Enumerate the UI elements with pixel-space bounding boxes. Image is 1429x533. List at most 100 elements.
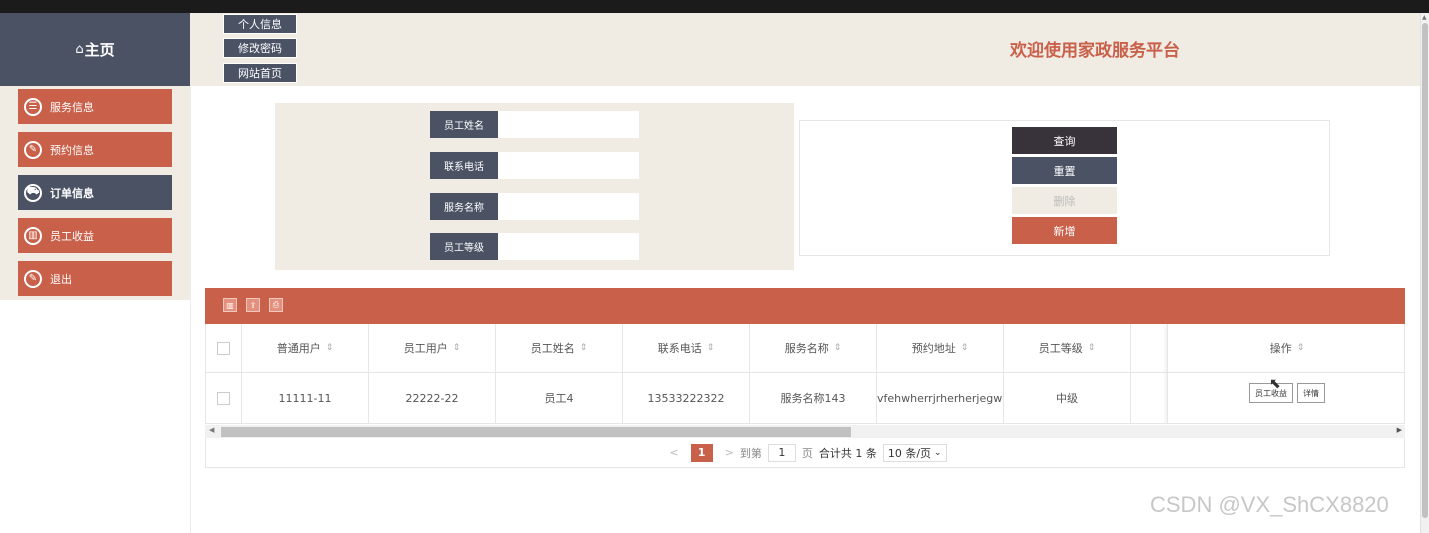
action-column: 操作 ⇕ 员工收益 详情 (1167, 324, 1404, 423)
goto-page-input[interactable]: 1 (767, 443, 796, 462)
horizontal-scrollbar[interactable]: ◀ ▶ (205, 425, 1405, 438)
row-select-cell (206, 373, 242, 423)
sidebar: ☰ 服务信息 ✎ 预约信息 ⛟ 订单信息 ▥ 员工收益 ✎ 退出 (0, 86, 190, 300)
sidebar-item-service-info[interactable]: ☰ 服务信息 (18, 89, 172, 124)
scroll-left-icon[interactable]: ◀ (209, 426, 214, 434)
column-header-label: 员工姓名 (530, 342, 575, 355)
pagination: < 1 > 到第 1 页 合计共 1 条 10 条/页 ⌄ (205, 438, 1405, 468)
sidebar-item-label: 预约信息 (50, 143, 94, 157)
search-form: 员工姓名 联系电话 服务名称 员工等级 (275, 103, 794, 270)
table-cell: 服务名称143 (750, 373, 877, 423)
sidebar-item-label: 退出 (50, 272, 72, 286)
sort-icon: ⇕ (960, 343, 969, 353)
site-home-button[interactable]: 网站首页 (223, 63, 297, 83)
field-label: 联系电话 (430, 152, 498, 179)
next-page-button[interactable]: > (719, 446, 740, 459)
bus-icon: ⛟ (24, 183, 42, 202)
sidebar-item-logout[interactable]: ✎ 退出 (18, 261, 172, 296)
field-label: 员工等级 (430, 233, 498, 260)
sort-icon: ⇕ (325, 343, 334, 353)
change-password-button[interactable]: 修改密码 (223, 38, 297, 58)
column-header[interactable]: 服务名称 ⇕ (750, 324, 877, 372)
column-header-label: 服务名称 (784, 342, 829, 355)
goto-prefix: 到第 (739, 446, 762, 460)
column-header-label: 员工等级 (1038, 342, 1083, 355)
watermark: CSDN @VX_ShCX8820 (1150, 492, 1389, 517)
sort-icon: ⇕ (1296, 343, 1305, 353)
prev-page-button[interactable]: < (663, 446, 684, 459)
table-cell: 11111-11 (242, 373, 369, 423)
data-table: 普通用户 ⇕ 员工用户 ⇕ 员工姓名 ⇕ 联系电话 ⇕ 服务名称 ⇕ 预约地址 ⇕ 员工等级… (205, 324, 1405, 424)
reset-button[interactable]: 重置 (1012, 157, 1117, 184)
export-icon[interactable]: ⇪ (246, 298, 260, 312)
column-header[interactable]: 普通用户 ⇕ (242, 324, 369, 372)
delete-button[interactable]: 删除 (1012, 187, 1117, 214)
page-size-label: 10 条/页 (887, 446, 932, 460)
select-all-checkbox[interactable] (217, 341, 230, 355)
sort-icon: ⇕ (579, 343, 588, 353)
home-icon: ⌂ (75, 42, 84, 57)
search-field-phone: 联系电话 (430, 152, 639, 179)
chevron-down-icon: ⌄ (934, 447, 942, 458)
chart-icon: ▥ (24, 226, 42, 245)
edit-icon: ✎ (24, 269, 42, 288)
table-cell: 员工4 (496, 373, 623, 423)
header: 个人信息 修改密码 网站首页 欢迎使用家政服务平台 (190, 13, 1420, 86)
sort-icon: ⇕ (833, 343, 842, 353)
scrollbar-thumb[interactable] (1422, 23, 1428, 518)
column-header[interactable]: 预约地址 ⇕ (877, 324, 1004, 372)
sort-icon: ⇕ (1087, 343, 1096, 353)
table-cell: vfehwherrjrherherjegwgwt (877, 373, 1004, 423)
scrollbar-thumb[interactable] (221, 427, 851, 437)
detail-button[interactable]: 详情 (1297, 383, 1325, 403)
phone-input[interactable] (498, 152, 639, 179)
service-name-input[interactable] (498, 193, 639, 220)
row-checkbox[interactable] (217, 391, 230, 405)
personal-info-button[interactable]: 个人信息 (223, 14, 297, 34)
document-icon: ☰ (24, 97, 42, 116)
column-header[interactable]: 联系电话 ⇕ (623, 324, 750, 372)
column-header-label: 预约地址 (911, 342, 956, 355)
column-header-label: 普通用户 (276, 342, 321, 355)
staff-name-input[interactable] (498, 111, 639, 138)
sidebar-item-order-info[interactable]: ⛟ 订单信息 (18, 175, 172, 210)
print-icon[interactable]: ⎙ (269, 298, 283, 312)
mouse-cursor-icon: ⬉ (1269, 376, 1281, 392)
add-button[interactable]: 新增 (1012, 217, 1117, 244)
sidebar-item-label: 服务信息 (50, 100, 94, 114)
columns-icon[interactable]: ▥ (223, 298, 237, 312)
current-page[interactable]: 1 (690, 443, 713, 462)
search-field-service-name: 服务名称 (430, 193, 639, 220)
action-panel: 查询 重置 删除 新增 (799, 120, 1330, 256)
table-cell: 中级 (1004, 373, 1131, 423)
field-label: 员工姓名 (430, 111, 498, 138)
scroll-right-icon[interactable]: ▶ (1397, 426, 1402, 434)
sort-icon: ⇕ (706, 343, 715, 353)
sort-icon: ⇕ (452, 343, 461, 353)
column-header-label: 操作 (1269, 342, 1292, 355)
staff-level-input[interactable] (498, 233, 639, 260)
sidebar-item-appointment-info[interactable]: ✎ 预约信息 (18, 132, 172, 167)
column-header[interactable]: 操作 ⇕ (1168, 324, 1404, 373)
column-header-label: 联系电话 (657, 342, 702, 355)
column-header[interactable]: 员工用户 ⇕ (369, 324, 496, 372)
welcome-title: 欢迎使用家政服务平台 (1010, 41, 1180, 61)
select-all-cell (206, 324, 242, 372)
home-label: 主页 (84, 41, 115, 59)
page-size-select[interactable]: 10 条/页 ⌄ (882, 443, 947, 462)
column-header-label: 员工用户 (403, 342, 448, 355)
scroll-up-icon[interactable]: ▲ (1422, 14, 1427, 21)
table-toolbar: ▥ ⇪ ⎙ (205, 288, 1405, 324)
edit-icon: ✎ (24, 140, 42, 159)
goto-suffix: 页 (801, 446, 813, 460)
vertical-scrollbar[interactable]: ▲ (1420, 13, 1429, 533)
sidebar-item-label: 员工收益 (50, 229, 94, 243)
field-label: 服务名称 (430, 193, 498, 220)
column-header[interactable]: 员工等级 ⇕ (1004, 324, 1131, 372)
row-actions: 员工收益 详情 (1168, 373, 1404, 423)
home-link[interactable]: ⌂ 主页 (0, 13, 190, 86)
query-button[interactable]: 查询 (1012, 127, 1117, 154)
table-cell: 13533222322 (623, 373, 750, 423)
sidebar-item-staff-income[interactable]: ▥ 员工收益 (18, 218, 172, 253)
column-header[interactable]: 员工姓名 ⇕ (496, 324, 623, 372)
